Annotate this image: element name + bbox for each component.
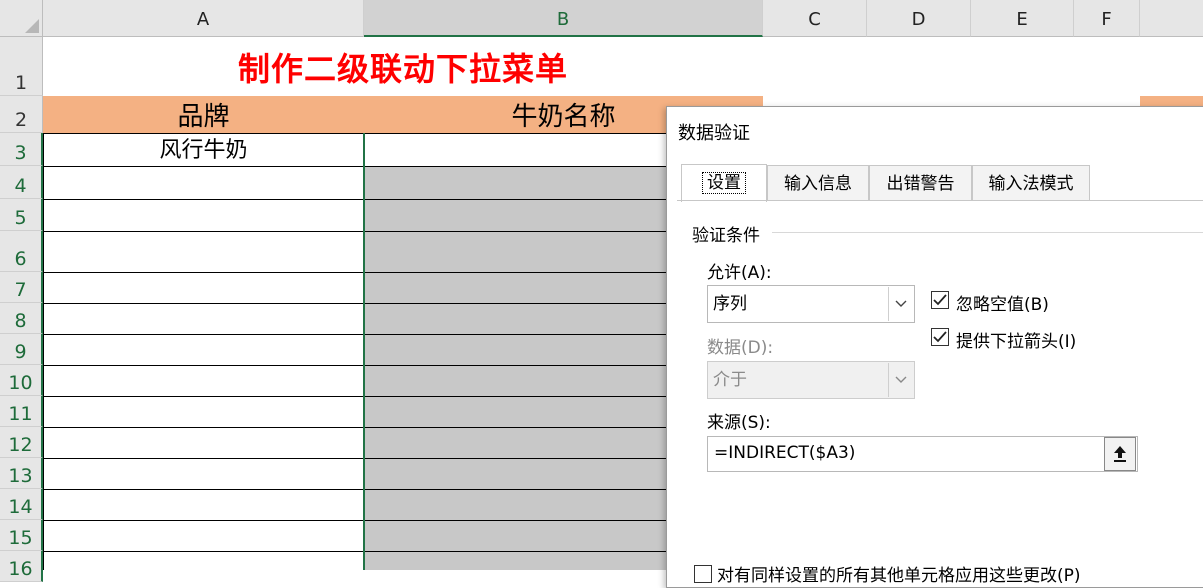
tab-divider bbox=[677, 200, 1203, 201]
column-header-b[interactable]: B bbox=[364, 0, 763, 37]
row-header-4[interactable]: 4 bbox=[0, 166, 43, 199]
allow-select[interactable]: 序列 bbox=[707, 285, 915, 323]
dialog-title: 数据验证 bbox=[678, 123, 750, 144]
dropdown-arrow-label: 提供下拉箭头(I) bbox=[956, 332, 1077, 352]
apply-all-label: 对有同样设置的所有其他单元格应用这些更改(P) bbox=[717, 566, 1081, 586]
data-select-value: 介于 bbox=[713, 370, 747, 390]
grid-line bbox=[43, 133, 44, 570]
grid-line bbox=[43, 458, 763, 459]
tab-settings-label: 设置 bbox=[702, 172, 746, 194]
grid-line bbox=[43, 551, 763, 552]
row-header-7[interactable]: 7 bbox=[0, 272, 43, 303]
column-header-c[interactable]: C bbox=[763, 0, 867, 37]
grid-line bbox=[43, 166, 763, 167]
validation-criteria-label: 验证条件 bbox=[692, 226, 760, 246]
range-select-icon bbox=[1114, 446, 1126, 462]
grid-line bbox=[43, 334, 763, 335]
chevron-down-icon bbox=[888, 363, 913, 397]
data-validation-dialog: 数据验证 设置 输入信息 出错警告 输入法模式 验证条件 允许(A): 序列 忽… bbox=[666, 106, 1203, 588]
row-header-10[interactable]: 10 bbox=[0, 365, 43, 396]
chevron-down-icon[interactable] bbox=[888, 287, 913, 321]
column-header-d[interactable]: D bbox=[867, 0, 971, 37]
grid-line bbox=[43, 396, 763, 397]
grid-line bbox=[43, 231, 763, 232]
tab-settings[interactable]: 设置 bbox=[681, 164, 767, 202]
row-header-3[interactable]: 3 bbox=[0, 133, 43, 166]
row-header-1[interactable]: 1 bbox=[0, 37, 43, 96]
grid-line bbox=[363, 133, 365, 570]
row-header-12[interactable]: 12 bbox=[0, 427, 43, 458]
row-header-11[interactable]: 11 bbox=[0, 396, 43, 427]
dropdown-arrow-checkbox[interactable] bbox=[931, 328, 949, 346]
column-header-f[interactable]: F bbox=[1074, 0, 1140, 37]
cell-a3[interactable]: 风行牛奶 bbox=[43, 133, 364, 166]
row-header-14[interactable]: 14 bbox=[0, 489, 43, 520]
apply-all-checkbox[interactable] bbox=[694, 565, 712, 583]
checkmark-icon bbox=[933, 331, 947, 343]
row-header-13[interactable]: 13 bbox=[0, 458, 43, 489]
grid-line bbox=[43, 489, 763, 490]
column-header-a[interactable]: A bbox=[43, 0, 364, 37]
grid-line bbox=[43, 427, 763, 428]
source-input[interactable]: =INDIRECT($A3) bbox=[707, 436, 1138, 472]
grid-line bbox=[43, 520, 763, 521]
row-header-16[interactable]: 16 bbox=[0, 551, 43, 582]
grid-line bbox=[43, 272, 763, 273]
collapse-dialog-button[interactable] bbox=[1104, 437, 1136, 471]
row-header-15[interactable]: 15 bbox=[0, 520, 43, 551]
row-header-2[interactable]: 2 bbox=[0, 96, 43, 133]
header-cell-brand[interactable]: 品牌 bbox=[43, 96, 364, 133]
allow-label: 允许(A): bbox=[707, 263, 772, 283]
group-rule bbox=[772, 232, 1203, 233]
row-header-9[interactable]: 9 bbox=[0, 334, 43, 365]
grid-line bbox=[43, 303, 763, 304]
tab-ime-mode[interactable]: 输入法模式 bbox=[972, 165, 1090, 201]
row-header-8[interactable]: 8 bbox=[0, 303, 43, 334]
data-select: 介于 bbox=[707, 361, 915, 399]
ignore-blank-label: 忽略空值(B) bbox=[956, 295, 1049, 315]
column-header-g[interactable] bbox=[1140, 0, 1203, 37]
grid-line bbox=[43, 199, 763, 200]
row-header-6[interactable]: 6 bbox=[0, 231, 43, 272]
ignore-blank-checkbox[interactable] bbox=[931, 291, 949, 309]
checkmark-icon bbox=[933, 294, 947, 306]
tab-input-message[interactable]: 输入信息 bbox=[767, 165, 869, 201]
allow-select-value: 序列 bbox=[713, 294, 747, 314]
row-header-5[interactable]: 5 bbox=[0, 199, 43, 231]
column-header-e[interactable]: E bbox=[971, 0, 1074, 37]
grid-line bbox=[43, 133, 763, 134]
header-cell-g bbox=[1140, 96, 1203, 106]
source-label: 来源(S): bbox=[707, 413, 771, 433]
sheet-title: 制作二级联动下拉菜单 bbox=[237, 50, 568, 88]
data-label: 数据(D): bbox=[707, 338, 774, 358]
select-all-corner[interactable] bbox=[0, 0, 43, 37]
grid-line bbox=[43, 365, 763, 366]
tab-error-alert[interactable]: 出错警告 bbox=[869, 165, 972, 201]
